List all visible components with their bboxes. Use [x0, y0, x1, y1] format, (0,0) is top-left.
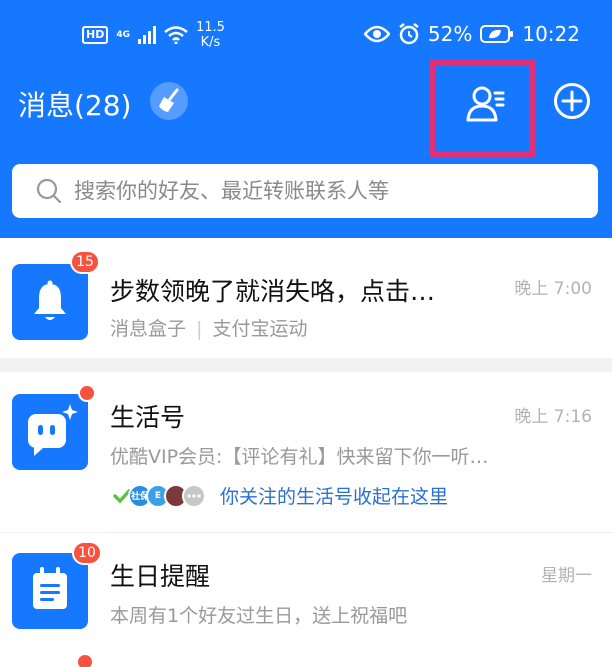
- message-time: 星期一: [541, 566, 592, 586]
- avatar: [12, 553, 88, 629]
- message-title: 生活号: [110, 403, 186, 432]
- unread-badge: 15: [70, 250, 100, 274]
- list-item-life-account[interactable]: 生活号 优酷VIP会员:【评论有礼】快来留下你一听… 晚上 7:16 社保 E …: [0, 372, 612, 532]
- more-dots-icon: [182, 483, 206, 508]
- unread-dot: [78, 384, 96, 402]
- divider: |: [196, 318, 203, 340]
- message-source: 消息盒子: [110, 318, 187, 340]
- message-app: 支付宝运动: [212, 318, 308, 340]
- message-subtitle: 本周有1个好友过生日，送上祝福吧: [110, 605, 408, 627]
- list-item-birthday-reminder[interactable]: 10 生日提醒 本周有1个好友过生日，送上祝福吧 星期一: [0, 533, 612, 667]
- followed-accounts-link[interactable]: 你关注的生活号收起在这里: [220, 482, 448, 509]
- broom-icon: [159, 88, 179, 112]
- signal-icon: [138, 26, 156, 44]
- battery-icon: [480, 25, 514, 43]
- network-speed: 11.5 K/s: [196, 20, 225, 50]
- clock: 10:22: [522, 22, 580, 46]
- contacts-icon: [466, 86, 505, 122]
- alarm-icon: [399, 23, 419, 45]
- hd-indicator: HD: [82, 26, 109, 44]
- message-list: 15 步数领晚了就消失咯，点击… 消息盒子 | 支付宝运动 晚上 7:00 生活…: [0, 238, 612, 667]
- status-right: 52% 10:22: [363, 22, 580, 46]
- search-input[interactable]: [74, 172, 574, 210]
- unread-badge: 10: [72, 541, 102, 565]
- page-title: 消息(28): [18, 89, 132, 122]
- add-button[interactable]: [553, 82, 591, 124]
- contacts-button[interactable]: [430, 60, 535, 157]
- message-title: 步数领晚了就消失咯，点击…: [110, 277, 436, 306]
- search-bar[interactable]: [12, 164, 598, 218]
- plus-circle-icon: [554, 83, 590, 119]
- battery-percent: 52%: [427, 22, 473, 46]
- followed-accounts-row[interactable]: 社保 E 你关注的生活号收起在这里: [110, 482, 448, 509]
- status-left: HD 4G 11.5 K/s: [82, 20, 225, 50]
- message-time: 晚上 7:16: [514, 407, 592, 427]
- speed-unit: K/s: [200, 35, 221, 50]
- bell-icon: [34, 280, 66, 320]
- eye-icon: [363, 25, 390, 43]
- calendar-icon: [33, 567, 67, 609]
- life-account-icon: [28, 404, 78, 456]
- wifi-icon: [164, 26, 188, 44]
- list-item-message-box[interactable]: 15 步数领晚了就消失咯，点击… 消息盒子 | 支付宝运动 晚上 7:00: [0, 238, 612, 358]
- message-subtitle: 消息盒子 | 支付宝运动: [110, 314, 308, 341]
- avatar: [12, 394, 88, 470]
- unread-dot: [76, 653, 94, 667]
- message-subtitle: 优酷VIP会员:【评论有礼】快来留下你一听…: [110, 446, 489, 468]
- message-time: 晚上 7:00: [514, 279, 592, 299]
- network-type: 4G: [116, 30, 130, 40]
- avatar: [12, 264, 88, 340]
- clear-unread-button[interactable]: [150, 82, 188, 120]
- speed-value: 11.5: [196, 20, 225, 35]
- search-icon: [36, 178, 62, 204]
- message-title: 生日提醒: [110, 562, 211, 591]
